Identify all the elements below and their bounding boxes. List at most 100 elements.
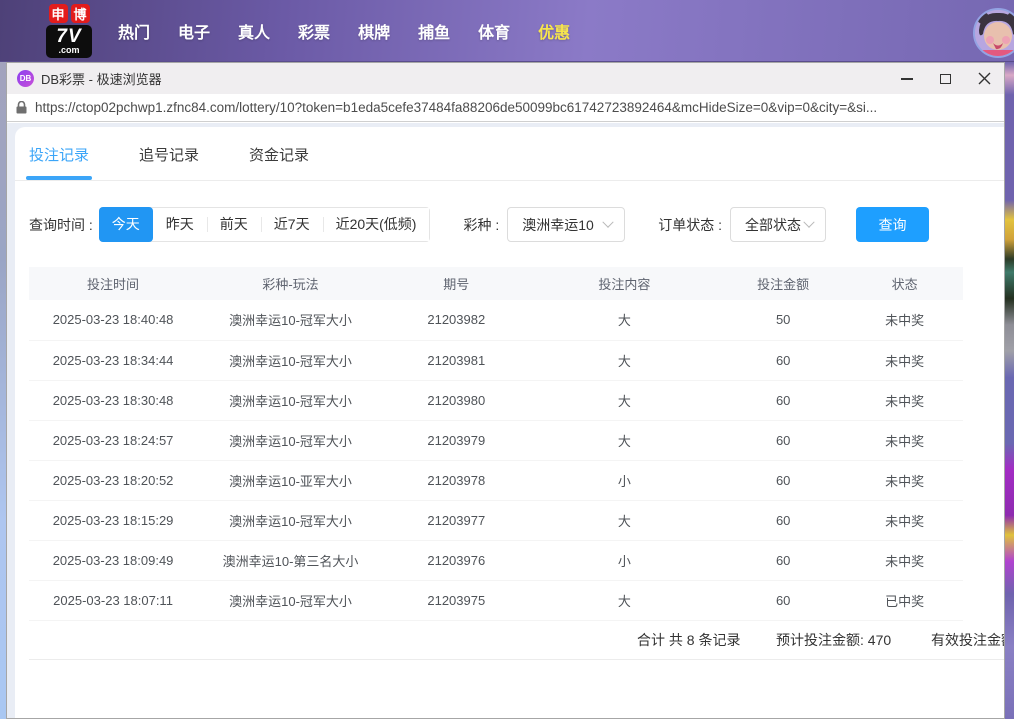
table-row: 2025-03-23 18:24:57 澳洲幸运10-冠军大小 21203979… bbox=[29, 420, 963, 460]
order-status-label: 订单状态 : bbox=[658, 215, 722, 235]
tab-chase-records[interactable]: 追号记录 bbox=[139, 144, 199, 180]
minimize-button[interactable] bbox=[887, 63, 926, 94]
close-button[interactable] bbox=[965, 63, 1004, 94]
nav-item-boardgames[interactable]: 棋牌 bbox=[344, 19, 404, 43]
window-controls bbox=[887, 63, 1004, 94]
time-option-day-before[interactable]: 前天 bbox=[207, 208, 261, 241]
status-cell: 未中奖 bbox=[846, 300, 963, 340]
header-bet-content: 投注内容 bbox=[529, 267, 720, 300]
header-status: 状态 bbox=[846, 267, 963, 300]
cell-lottery-play: 澳洲幸运10-冠军大小 bbox=[197, 500, 384, 540]
site-nav-items: 热门 电子 真人 彩票 棋牌 捕鱼 体育 优惠 bbox=[104, 19, 584, 43]
cell-lottery-play: 澳洲幸运10-第三名大小 bbox=[197, 540, 384, 580]
cell-bet-content: 大 bbox=[529, 500, 720, 540]
status-cell: 已中奖 bbox=[846, 580, 963, 620]
chevron-down-icon bbox=[603, 216, 614, 227]
site-logo[interactable]: 申 博 7V .com bbox=[46, 4, 92, 58]
logo-sub-text: .com bbox=[46, 46, 92, 55]
user-avatar[interactable] bbox=[973, 8, 1014, 58]
logo-badge-bo: 博 bbox=[71, 4, 90, 23]
cell-bet-amount: 50 bbox=[720, 300, 846, 340]
header-lottery-play: 彩种-玩法 bbox=[197, 267, 384, 300]
maximize-button[interactable] bbox=[926, 63, 965, 94]
cell-bet-time: 2025-03-23 18:15:29 bbox=[29, 500, 197, 540]
cell-issue-number: 21203975 bbox=[384, 580, 529, 620]
summary-valid-amount: 有效投注金额 bbox=[931, 630, 1004, 650]
cell-bet-content: 大 bbox=[529, 420, 720, 460]
query-time-label: 查询时间 : bbox=[29, 215, 93, 235]
chevron-down-icon bbox=[803, 216, 814, 227]
cell-lottery-play: 澳洲幸运10-亚军大小 bbox=[197, 460, 384, 500]
cell-issue-number: 21203978 bbox=[384, 460, 529, 500]
cell-bet-time: 2025-03-23 18:07:11 bbox=[29, 580, 197, 620]
cell-bet-content: 大 bbox=[529, 380, 720, 420]
nav-item-fishing[interactable]: 捕鱼 bbox=[404, 19, 464, 43]
time-option-today[interactable]: 今天 bbox=[99, 207, 153, 242]
cell-bet-amount: 60 bbox=[720, 340, 846, 380]
summary-expected-amount: 预计投注金额: 470 bbox=[776, 630, 891, 650]
order-status-select[interactable]: 全部状态 bbox=[730, 207, 826, 242]
site-top-nav: 申 博 7V .com 热门 电子 真人 彩票 棋牌 捕鱼 体育 优惠 bbox=[0, 0, 1014, 62]
lottery-type-select[interactable]: 澳洲幸运10 bbox=[507, 207, 625, 242]
lock-icon bbox=[16, 101, 27, 114]
search-button[interactable]: 查询 bbox=[856, 207, 929, 242]
browser-app-icon: DB bbox=[17, 70, 34, 87]
header-issue-number: 期号 bbox=[384, 267, 529, 300]
cell-bet-content: 小 bbox=[529, 540, 720, 580]
status-cell: 未中奖 bbox=[846, 340, 963, 380]
records-card: 投注记录 追号记录 资金记录 查询时间 : 今天 昨天 前天 近7天 近20天(… bbox=[15, 127, 1004, 718]
lottery-type-label: 彩种 : bbox=[463, 215, 499, 235]
address-bar[interactable]: https://ctop02pchwp1.zfnc84.com/lottery/… bbox=[7, 94, 1004, 122]
cell-issue-number: 21203982 bbox=[384, 300, 529, 340]
tab-fund-records[interactable]: 资金记录 bbox=[249, 144, 309, 180]
header-bet-amount: 投注金额 bbox=[720, 267, 846, 300]
nav-item-electronic[interactable]: 电子 bbox=[164, 19, 224, 43]
cell-bet-amount: 60 bbox=[720, 580, 846, 620]
url-text[interactable]: https://ctop02pchwp1.zfnc84.com/lottery/… bbox=[35, 100, 877, 115]
cell-issue-number: 21203977 bbox=[384, 500, 529, 540]
nav-item-lottery[interactable]: 彩票 bbox=[284, 19, 344, 43]
nav-item-hot[interactable]: 热门 bbox=[104, 19, 164, 43]
table-row: 2025-03-23 18:09:49 澳洲幸运10-第三名大小 2120397… bbox=[29, 540, 963, 580]
table-row: 2025-03-23 18:20:52 澳洲幸运10-亚军大小 21203978… bbox=[29, 460, 963, 500]
order-status-value: 全部状态 bbox=[745, 215, 801, 235]
time-option-20days[interactable]: 近20天(低频) bbox=[323, 208, 430, 241]
summary-bar: 合计 共 8 条记录 预计投注金额: 470 有效投注金额 bbox=[29, 621, 1004, 660]
cell-issue-number: 21203976 bbox=[384, 540, 529, 580]
window-titlebar[interactable]: DB DB彩票 - 极速浏览器 bbox=[7, 63, 1004, 94]
cell-bet-time: 2025-03-23 18:20:52 bbox=[29, 460, 197, 500]
cell-bet-time: 2025-03-23 18:09:49 bbox=[29, 540, 197, 580]
table-row: 2025-03-23 18:30:48 澳洲幸运10-冠军大小 21203980… bbox=[29, 380, 963, 420]
cell-bet-content: 小 bbox=[529, 460, 720, 500]
page-content: 投注记录 追号记录 资金记录 查询时间 : 今天 昨天 前天 近7天 近20天(… bbox=[7, 123, 1004, 718]
filter-bar: 查询时间 : 今天 昨天 前天 近7天 近20天(低频) 彩种 : 澳洲幸运10… bbox=[29, 207, 1004, 242]
nav-item-sports[interactable]: 体育 bbox=[464, 19, 524, 43]
cell-lottery-play: 澳洲幸运10-冠军大小 bbox=[197, 380, 384, 420]
tab-bet-records[interactable]: 投注记录 bbox=[29, 144, 89, 180]
time-range-segmented-control: 今天 昨天 前天 近7天 近20天(低频) bbox=[99, 207, 431, 242]
nav-item-promotions[interactable]: 优惠 bbox=[524, 19, 584, 43]
time-option-yesterday[interactable]: 昨天 bbox=[153, 208, 207, 241]
browser-window: DB DB彩票 - 极速浏览器 https://ctop02pchwp1.zfn… bbox=[6, 62, 1005, 719]
time-option-7days[interactable]: 近7天 bbox=[261, 208, 323, 241]
cell-bet-time: 2025-03-23 18:40:48 bbox=[29, 300, 197, 340]
logo-badge-shen: 申 bbox=[49, 4, 68, 23]
cell-bet-time: 2025-03-23 18:34:44 bbox=[29, 340, 197, 380]
cell-issue-number: 21203979 bbox=[384, 420, 529, 460]
table-header-row: 投注时间 彩种-玩法 期号 投注内容 投注金额 状态 bbox=[29, 267, 963, 300]
cell-bet-content: 大 bbox=[529, 340, 720, 380]
status-cell: 未中奖 bbox=[846, 380, 963, 420]
status-cell: 未中奖 bbox=[846, 460, 963, 500]
table-row: 2025-03-23 18:34:44 澳洲幸运10-冠军大小 21203981… bbox=[29, 340, 963, 380]
summary-total-count: 合计 共 8 条记录 bbox=[637, 630, 740, 650]
nav-item-live[interactable]: 真人 bbox=[224, 19, 284, 43]
cell-bet-amount: 60 bbox=[720, 540, 846, 580]
cell-bet-time: 2025-03-23 18:24:57 bbox=[29, 420, 197, 460]
cell-bet-amount: 60 bbox=[720, 420, 846, 460]
cell-lottery-play: 澳洲幸运10-冠军大小 bbox=[197, 300, 384, 340]
cell-bet-time: 2025-03-23 18:30:48 bbox=[29, 380, 197, 420]
cell-issue-number: 21203981 bbox=[384, 340, 529, 380]
maximize-icon bbox=[940, 74, 951, 84]
logo-main-text: 7V bbox=[46, 27, 92, 46]
status-cell: 未中奖 bbox=[846, 540, 963, 580]
